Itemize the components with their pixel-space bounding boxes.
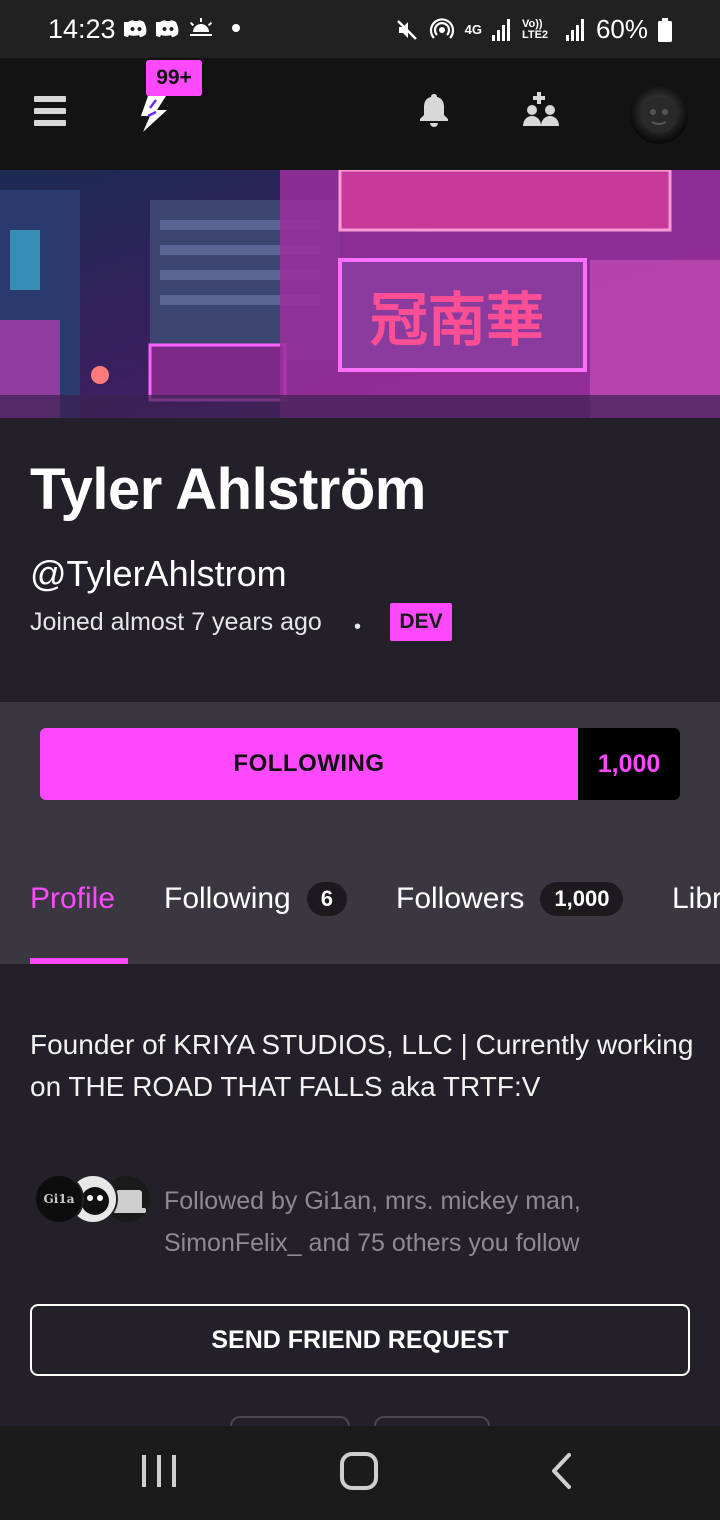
battery-percent: 60%: [595, 14, 648, 44]
friends-button[interactable]: [522, 92, 562, 128]
network-type: 4G: [464, 22, 482, 37]
hotspot-icon: [429, 17, 454, 39]
tab-label: Libr: [672, 882, 720, 915]
system-navigation-bar: [0, 1426, 720, 1520]
tab-library[interactable]: Libr: [672, 882, 720, 916]
followed-by-text[interactable]: Followed by Gi1an, mrs. mickey man, Simo…: [164, 1180, 684, 1264]
joined-date: Joined almost 7 years ago: [30, 608, 322, 636]
status-bar: 14:23 4G Vo)) LTE2 60%: [0, 0, 720, 58]
profile-tabs: Profile Following 6 Followers 1,000 Libr: [0, 860, 720, 964]
top-navigation-bar: 99+: [0, 58, 720, 170]
notification-count: 99+: [156, 66, 192, 89]
tab-label: Profile: [30, 882, 116, 915]
separator-dot: •: [354, 616, 362, 638]
mute-icon: [396, 19, 417, 40]
discord-icon: [156, 20, 179, 37]
neon-city-banner: 冠南華: [0, 170, 720, 418]
profile-bio: Founder of KRIYA STUDIOS, LLC | Currentl…: [30, 1029, 694, 1102]
discord-icon: [124, 20, 147, 37]
weather-sunrise-icon: [189, 18, 213, 36]
follower-count-box[interactable]: 1,000: [578, 728, 680, 800]
signal-icon: [565, 18, 584, 41]
tab-following[interactable]: Following 6: [164, 882, 347, 916]
send-friend-request-button[interactable]: SEND FRIEND REQUEST: [30, 1304, 690, 1376]
recent-apps-icon[interactable]: [142, 1455, 176, 1487]
status-right-cluster: 4G Vo)) LTE2 60%: [395, 14, 672, 45]
back-icon[interactable]: [548, 1452, 574, 1490]
user-avatar[interactable]: [630, 86, 688, 144]
following-button[interactable]: FOLLOWING: [40, 728, 578, 800]
profile-handle: @TylerAhlstrom: [30, 553, 287, 594]
notification-count-badge: 99+: [146, 60, 202, 96]
bell-icon: [420, 94, 448, 127]
tab-count-badge: 6: [306, 882, 347, 916]
lightning-bolt-logo-icon: [141, 96, 167, 132]
active-tab-indicator: [30, 958, 128, 964]
notifications-button[interactable]: [418, 92, 450, 128]
status-time: 14:23: [48, 14, 116, 44]
avatar-initials: Gi1a: [43, 1192, 75, 1206]
tab-count-badge: 1,000: [540, 882, 624, 916]
volte-label: Vo)) LTE2: [521, 17, 549, 41]
add-friend-icon: [523, 92, 559, 126]
tab-profile[interactable]: Profile: [30, 882, 115, 916]
svg-text:冠南華: 冠南華: [370, 286, 544, 354]
profile-banner-image: 冠南華: [0, 170, 720, 418]
signal-icon: [491, 18, 510, 41]
status-dot-icon: [232, 24, 240, 32]
hamburger-menu-icon[interactable]: [34, 96, 66, 126]
tab-followers[interactable]: Followers 1,000: [396, 882, 624, 916]
dev-badge: DEV: [390, 603, 452, 641]
home-icon[interactable]: [340, 1452, 378, 1490]
mutual-avatar: Gi1a: [34, 1174, 84, 1224]
profile-name: Tyler Ahlström: [30, 457, 426, 522]
battery-icon: [658, 17, 672, 42]
status-notification-icons: [124, 18, 240, 38]
mutual-followers-avatars[interactable]: Gi1a: [34, 1174, 154, 1226]
tab-label: Following: [164, 882, 291, 915]
home-logo-button[interactable]: [134, 94, 174, 134]
avatar-image: [641, 97, 677, 133]
tab-label: Followers: [396, 882, 525, 915]
